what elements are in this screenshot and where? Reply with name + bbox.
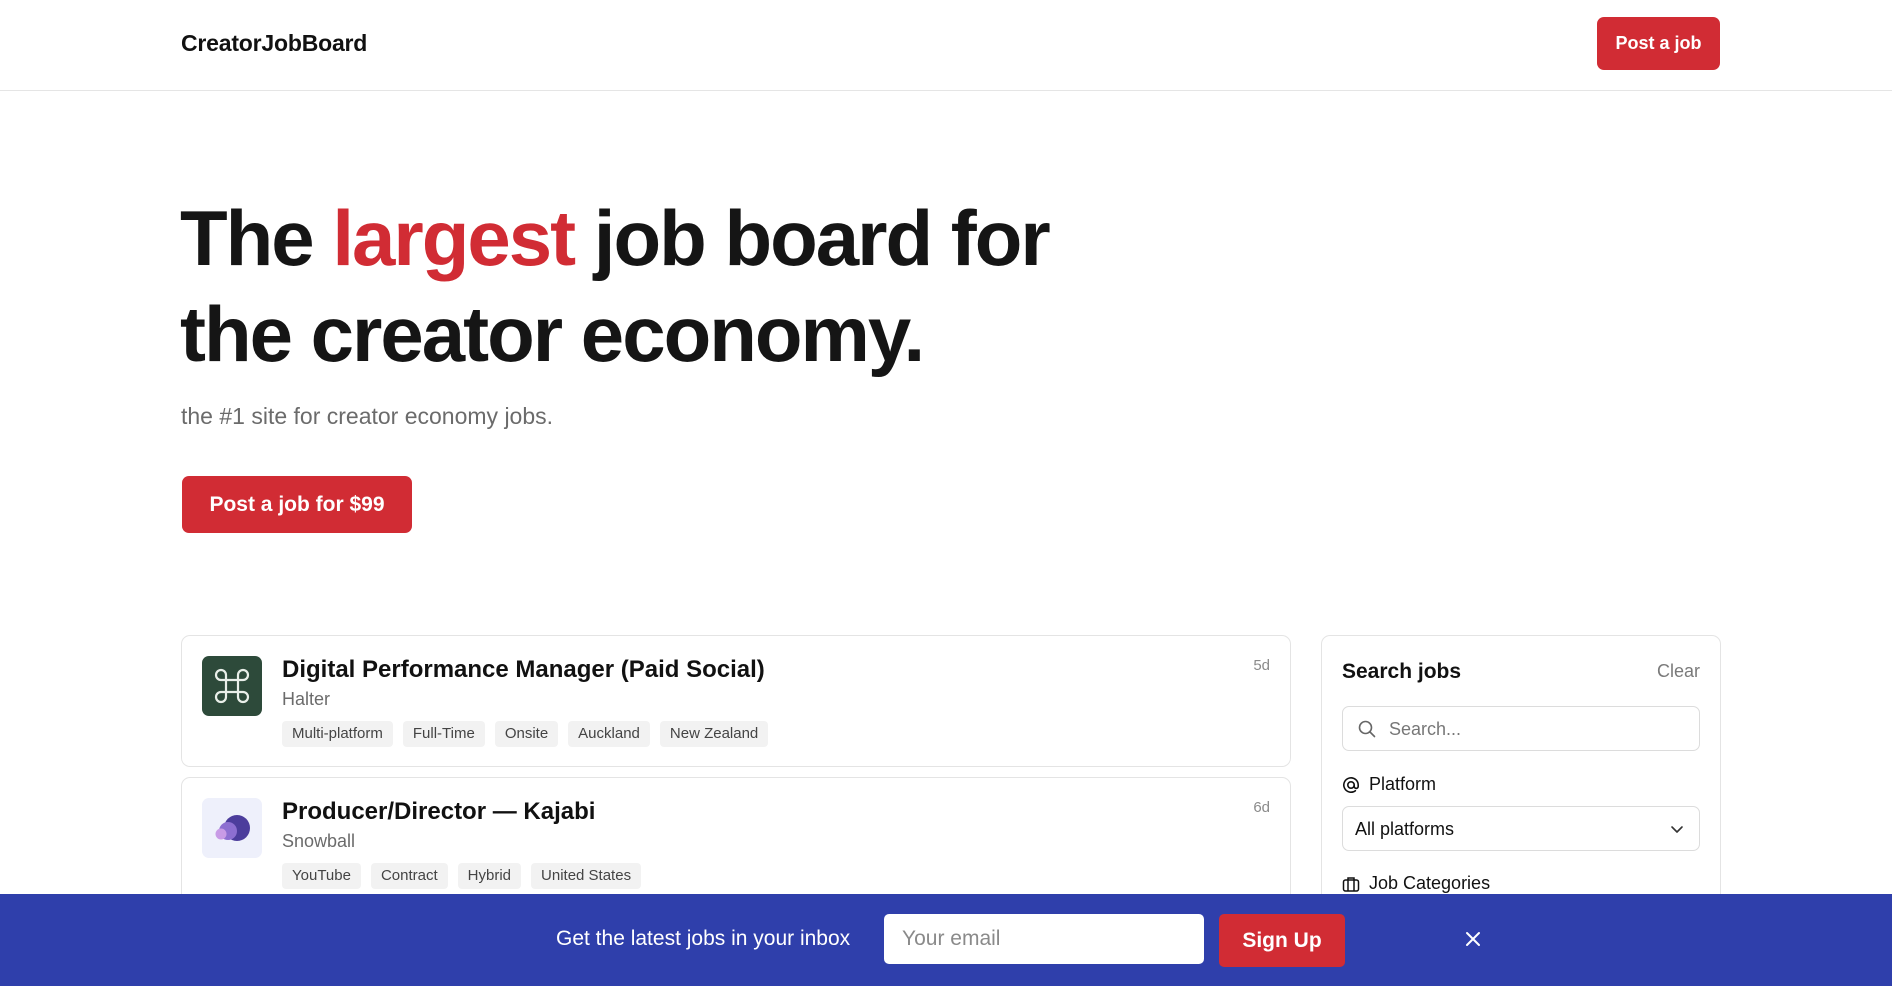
search-input[interactable] bbox=[1387, 707, 1691, 752]
hero-subtitle: the #1 site for creator economy jobs. bbox=[181, 403, 554, 429]
site-header: CreatorJobBoard Post a job bbox=[0, 0, 1892, 91]
tag-country: United States bbox=[531, 863, 642, 889]
search-panel-title: Search jobs bbox=[1342, 660, 1462, 683]
command-icon bbox=[214, 668, 250, 704]
email-input[interactable] bbox=[884, 914, 1204, 964]
platform-select-value: All platforms bbox=[1355, 819, 1455, 839]
at-sign-icon bbox=[1343, 776, 1359, 793]
brand-logo-text[interactable]: CreatorJobBoard bbox=[181, 30, 367, 57]
tag-type: Full-Time bbox=[402, 721, 485, 747]
company-name: Snowball bbox=[282, 831, 356, 851]
job-categories-label: Job Categories bbox=[1342, 873, 1490, 894]
post-job-cta-button[interactable]: Post a job for $99 bbox=[182, 476, 412, 533]
hero-title-accent: largest bbox=[332, 194, 576, 282]
snowball-logo-icon bbox=[215, 815, 250, 841]
clear-filters-button[interactable]: Clear bbox=[1657, 661, 1700, 682]
hero-title-part-1: The bbox=[180, 194, 333, 282]
sign-up-button[interactable]: Sign Up bbox=[1219, 914, 1345, 967]
post-job-button[interactable]: Post a job bbox=[1597, 17, 1720, 70]
close-icon[interactable] bbox=[1463, 929, 1483, 949]
briefcase-icon bbox=[1342, 876, 1360, 892]
platform-label: Platform bbox=[1342, 774, 1436, 795]
tag-country: New Zealand bbox=[659, 721, 769, 747]
posted-age: 6d bbox=[1253, 799, 1270, 816]
job-tags: YouTube Contract Hybrid United States bbox=[282, 863, 642, 889]
tag-type: Contract bbox=[370, 863, 448, 889]
tag-platform: YouTube bbox=[282, 863, 361, 889]
platform-select[interactable]: All platforms bbox=[1342, 806, 1700, 851]
job-card[interactable]: Digital Performance Manager (Paid Social… bbox=[181, 635, 1291, 767]
posted-age: 5d bbox=[1253, 657, 1270, 674]
hero-title: The largest job board for the creator ec… bbox=[180, 190, 1080, 382]
chevron-down-icon bbox=[1671, 826, 1683, 833]
search-box[interactable] bbox=[1342, 706, 1700, 752]
job-title[interactable]: Producer/Director — Kajabi bbox=[282, 798, 595, 826]
tag-location-type: Onsite bbox=[494, 721, 559, 747]
tag-location-type: Hybrid bbox=[457, 863, 522, 889]
job-categories-label-text: Job Categories bbox=[1369, 873, 1491, 893]
job-title[interactable]: Digital Performance Manager (Paid Social… bbox=[282, 656, 765, 684]
tag-platform: Multi-platform bbox=[282, 721, 393, 747]
tag-city: Auckland bbox=[568, 721, 650, 747]
company-logo bbox=[202, 656, 262, 716]
company-name: Halter bbox=[282, 689, 331, 709]
platform-label-text: Platform bbox=[1369, 774, 1437, 794]
company-logo bbox=[202, 798, 262, 858]
newsletter-text: Get the latest jobs in your inbox bbox=[556, 927, 851, 950]
job-tags: Multi-platform Full-Time Onsite Auckland… bbox=[282, 721, 769, 747]
newsletter-signup-bar: Get the latest jobs in your inbox Sign U… bbox=[0, 894, 1892, 986]
search-icon bbox=[1358, 720, 1376, 738]
